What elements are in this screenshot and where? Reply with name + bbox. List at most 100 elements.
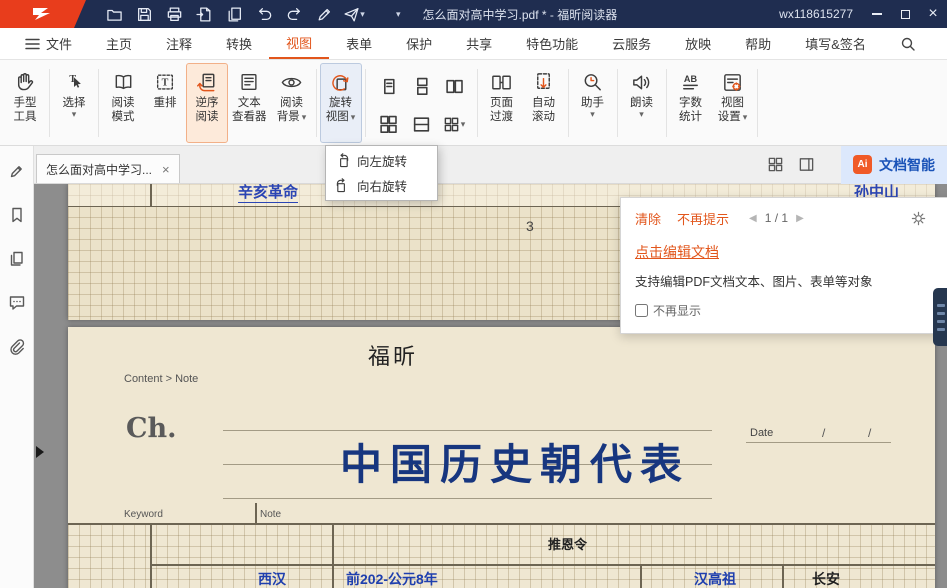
menu-help[interactable]: 帮助	[728, 28, 788, 59]
hint-page-indicator: 1 / 1	[765, 211, 788, 225]
read-aloud-button[interactable]: 朗读 ▾	[621, 63, 663, 143]
reflow-icon: T	[154, 68, 176, 96]
page1-table-line	[150, 184, 152, 207]
share-button[interactable]: ▾	[342, 3, 366, 25]
menu-form[interactable]: 表单	[329, 28, 389, 59]
copy-document-button[interactable]	[222, 3, 246, 25]
doc-ai-label: 文档智能	[879, 155, 935, 175]
expand-panel-arrow[interactable]	[36, 446, 44, 458]
maximize-button[interactable]	[891, 0, 919, 28]
menu-cloud[interactable]: 云服务	[595, 28, 668, 59]
close-button[interactable]: ×	[919, 0, 947, 28]
page2-title: 中国历史朝代表	[320, 439, 710, 491]
sign-button[interactable]	[312, 3, 336, 25]
view-settings-button[interactable]: 视图 设置▾	[712, 63, 754, 143]
minimize-button[interactable]	[863, 0, 891, 28]
menu-view[interactable]: 视图	[269, 28, 329, 59]
export-document-icon	[196, 6, 213, 23]
dont-remind-link[interactable]: 不再提示	[677, 209, 729, 228]
date-slash: /	[868, 426, 871, 440]
document-viewport[interactable]: 辛亥革命 孙中山 3 福昕 Content > Note Ch. 中国历史朝代表…	[34, 184, 947, 588]
menu-features[interactable]: 特色功能	[509, 28, 595, 59]
reverse-reading-button[interactable]: 逆序 阅读	[186, 63, 228, 143]
titlebar-center: ▾ 怎么面对高中学习.pdf * - 福昕阅读器	[396, 0, 617, 28]
customize-toolbar-chevron-icon[interactable]: ▾	[396, 10, 401, 18]
edit-annotation-button[interactable]	[8, 162, 26, 180]
page2-grid-section	[68, 524, 935, 588]
select-tool-button[interactable]: T 选择 ▾	[53, 63, 95, 143]
hand-tool-button[interactable]: 手型 工具	[4, 63, 46, 143]
dont-show-label: 不再显示	[653, 302, 701, 319]
rotate-left-menu-item[interactable]: 向左旋转	[326, 148, 437, 173]
text-viewer-button[interactable]: 文本 查看器	[228, 63, 271, 143]
document-tab[interactable]: 怎么面对高中学习... ×	[36, 154, 180, 183]
auto-scroll-icon	[532, 68, 555, 96]
rotate-right-menu-item[interactable]: 向右旋转	[326, 173, 437, 198]
rotate-view-button[interactable]: 旋转 视图▾	[320, 63, 362, 143]
minimize-icon	[872, 13, 882, 15]
undo-button[interactable]	[252, 3, 276, 25]
read-mode-button[interactable]: 阅读 模式	[102, 63, 144, 143]
export-button[interactable]	[192, 3, 216, 25]
account-name[interactable]: wx118615277	[779, 7, 853, 21]
doc-ai-panel-button[interactable]: Ai 文档智能	[841, 146, 947, 184]
edit-document-link[interactable]: 点击编辑文档	[635, 242, 719, 262]
word-count-button[interactable]: AB 字数 统计	[670, 63, 712, 143]
page1-entry-1: 辛亥革命	[238, 184, 298, 203]
chevron-down-icon: ▾	[360, 10, 365, 18]
tab-title: 怎么面对高中学习...	[46, 161, 152, 178]
menu-convert[interactable]: 转换	[209, 28, 269, 59]
redo-button[interactable]	[282, 3, 306, 25]
chevron-down-icon: ▾	[461, 120, 466, 128]
page2-note-label: Note	[260, 509, 281, 520]
reading-background-button[interactable]: 阅读 背景▾	[271, 63, 313, 143]
menu-comment[interactable]: 注释	[149, 28, 209, 59]
page2-capital: 长安	[812, 569, 840, 588]
date-line	[746, 442, 891, 443]
reflow-button[interactable]: T 重排	[144, 63, 186, 143]
dont-show-checkbox[interactable]	[635, 304, 648, 317]
print-button[interactable]	[162, 3, 186, 25]
attachments-panel-button[interactable]	[8, 338, 26, 356]
page-transition-button[interactable]: 页面 过渡	[481, 63, 523, 143]
split-view-button[interactable]	[406, 106, 437, 142]
prev-hint-icon[interactable]: ◀	[749, 213, 757, 224]
open-file-button[interactable]	[102, 3, 126, 25]
menu-present[interactable]: 放映	[668, 28, 728, 59]
speaker-icon	[630, 68, 653, 96]
section-line	[68, 523, 935, 525]
single-page-view-button[interactable]	[373, 68, 404, 104]
tab-close-icon[interactable]: ×	[162, 163, 170, 176]
page-display-options-button[interactable]: ▾	[439, 106, 470, 142]
continuous-view-button[interactable]	[406, 68, 437, 104]
printer-icon	[166, 6, 183, 23]
collapsed-toolbar-widget[interactable]	[933, 288, 947, 346]
comments-panel-button[interactable]	[8, 294, 26, 312]
clear-link[interactable]: 清除	[635, 209, 661, 228]
save-button[interactable]	[132, 3, 156, 25]
menu-file[interactable]: 文件	[8, 28, 89, 59]
bookmarks-panel-button[interactable]	[8, 206, 26, 224]
page2-breadcrumb: Content > Note	[124, 373, 198, 385]
select-cursor-icon: T	[63, 68, 85, 96]
grid-view-icon	[443, 116, 460, 133]
next-hint-icon[interactable]: ▶	[796, 213, 804, 224]
hint-settings-button[interactable]	[911, 211, 926, 226]
assistant-button[interactable]: 助手 ▾	[572, 63, 614, 143]
title-bar: ▾ ▾ 怎么面对高中学习.pdf * - 福昕阅读器 wx118615277 ×	[0, 0, 947, 28]
menu-protect[interactable]: 保护	[389, 28, 449, 59]
thumbnail-grid-icon[interactable]	[767, 156, 784, 173]
menu-home[interactable]: 主页	[89, 28, 149, 59]
search-button[interactable]	[883, 28, 933, 59]
auto-scroll-button[interactable]: 自动 滚动	[523, 63, 565, 143]
menu-share[interactable]: 共享	[449, 28, 509, 59]
menu-fill-sign[interactable]: 填写&签名	[788, 28, 883, 59]
rotate-right-icon	[335, 178, 350, 193]
facing-view-button[interactable]	[439, 68, 470, 104]
single-page-icon	[379, 77, 398, 96]
facing-continuous-view-button[interactable]	[373, 106, 404, 142]
quick-access-toolbar: ▾	[102, 3, 366, 25]
side-panel-icon[interactable]	[798, 156, 815, 173]
pages-panel-button[interactable]	[8, 250, 26, 268]
foxit-logo	[0, 0, 86, 28]
